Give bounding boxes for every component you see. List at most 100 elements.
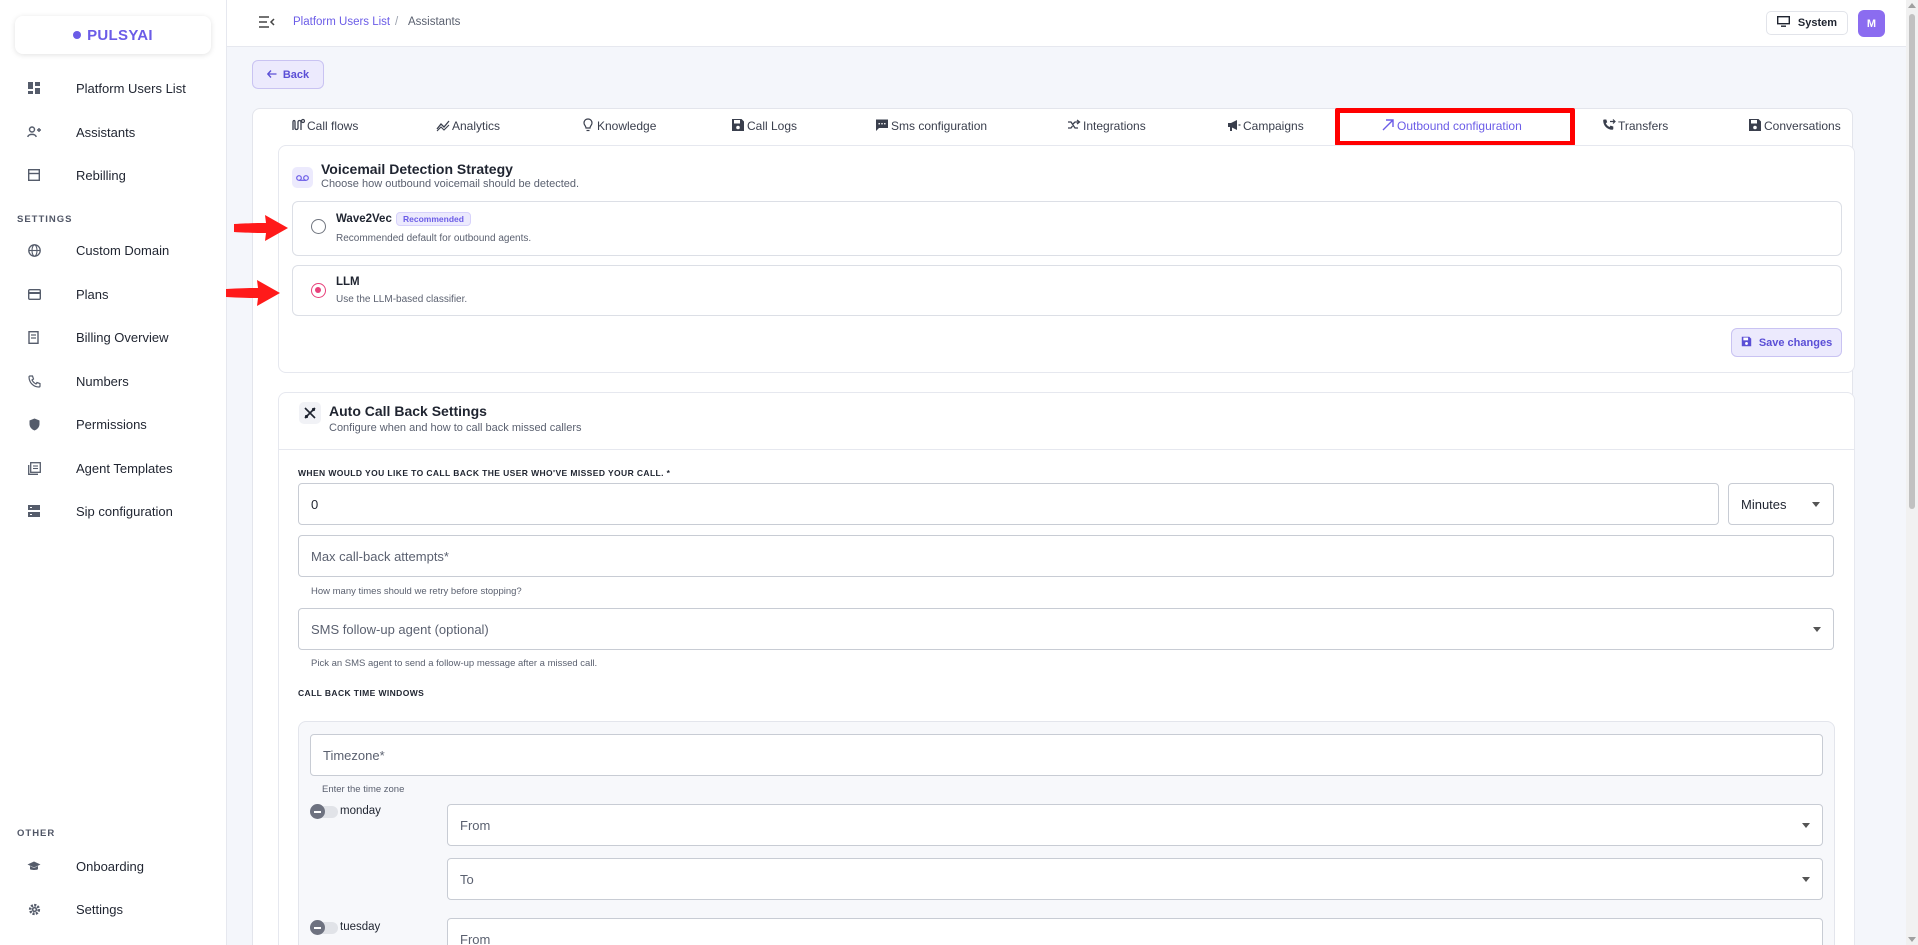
callback-delay-input[interactable]: 0 xyxy=(298,483,1719,525)
scroll-up-icon[interactable] xyxy=(1908,3,1916,8)
save-icon xyxy=(1748,118,1762,135)
sidebar-item-settings[interactable]: Settings xyxy=(0,892,226,926)
sidebar-item-label: Onboarding xyxy=(76,858,144,874)
chevron-down-icon xyxy=(1812,502,1820,507)
sidebar-item-assistants[interactable]: Assistants xyxy=(0,115,226,149)
breadcrumb-separator: / xyxy=(395,16,399,28)
tuesday-from-select[interactable]: From xyxy=(447,918,1823,945)
phone-icon xyxy=(27,374,41,388)
tab-analytics[interactable]: Analytics xyxy=(436,116,500,136)
save-icon xyxy=(731,118,745,135)
sidebar-item-plans[interactable]: Plans xyxy=(0,277,226,311)
tools-icon xyxy=(299,402,321,424)
sidebar-item-label: Numbers xyxy=(76,373,129,389)
option-llm[interactable] xyxy=(292,265,1842,316)
menu-collapse-icon[interactable] xyxy=(259,15,275,29)
system-theme-button[interactable]: System xyxy=(1766,11,1848,35)
sidebar-item-sip-configuration[interactable]: Sip configuration xyxy=(0,494,226,528)
globe-icon xyxy=(27,243,41,257)
sms-agent-select[interactable]: SMS follow-up agent (optional) xyxy=(298,608,1834,650)
sidebar-item-label: Plans xyxy=(76,286,109,302)
monday-toggle[interactable] xyxy=(310,804,338,819)
sidebar-item-platform-users-list[interactable]: Platform Users List xyxy=(0,71,226,105)
tab-call-flows[interactable]: Call flows xyxy=(291,116,358,136)
save-icon xyxy=(1741,336,1752,350)
dashboard-icon xyxy=(27,81,41,95)
voicemail-icon xyxy=(292,167,313,188)
sidebar-item-custom-domain[interactable]: Custom Domain xyxy=(0,233,226,267)
breadcrumb-platform-users-list[interactable]: Platform Users List xyxy=(293,16,390,28)
tab-label: Campaigns xyxy=(1243,119,1304,133)
phone-forward-icon xyxy=(1602,118,1616,135)
sidebar-item-numbers[interactable]: Numbers xyxy=(0,364,226,398)
merge-icon xyxy=(1067,118,1081,135)
analytics-icon xyxy=(436,118,450,135)
sidebar-item-label: Rebilling xyxy=(76,167,126,183)
radio-wave2vec[interactable] xyxy=(311,219,326,234)
save-changes-label: Save changes xyxy=(1758,336,1833,349)
tab-label: Transfers xyxy=(1618,119,1669,133)
megaphone-icon xyxy=(1227,118,1241,135)
back-label: Back xyxy=(282,68,310,81)
sms-icon xyxy=(875,118,889,135)
sidebar-item-rebilling[interactable]: Rebilling xyxy=(0,158,226,192)
sidebar-item-label: Platform Users List xyxy=(76,80,186,96)
other-section-label: OTHER xyxy=(17,828,56,839)
unit-value: Minutes xyxy=(1741,496,1787,512)
annotation-highlight-box xyxy=(1335,108,1575,146)
store-icon xyxy=(27,168,41,182)
chevron-down-icon xyxy=(1802,823,1810,828)
sidebar-item-permissions[interactable]: Permissions xyxy=(0,407,226,441)
tab-label: Conversations xyxy=(1764,119,1841,133)
sidebar-item-onboarding[interactable]: Onboarding xyxy=(0,849,226,883)
back-button[interactable]: Back xyxy=(252,60,324,89)
sidebar-item-label: Agent Templates xyxy=(76,460,173,476)
logo[interactable]: PULSYAI xyxy=(15,16,211,54)
tab-call-logs[interactable]: Call Logs xyxy=(731,116,797,136)
tab-label: Knowledge xyxy=(597,119,657,133)
scrollbar-thumb[interactable] xyxy=(1909,14,1915,509)
logo-text: PULSYAI xyxy=(87,26,153,44)
save-changes-button[interactable]: Save changes xyxy=(1731,328,1842,357)
settings-section-label: SETTINGS xyxy=(17,214,73,225)
monday-to-select[interactable]: To xyxy=(447,858,1823,900)
option-title: LLM xyxy=(336,276,360,288)
timezone-input[interactable]: Timezone* xyxy=(310,734,1823,776)
option-title: Wave2Vec xyxy=(336,213,392,225)
tab-transfers[interactable]: Transfers xyxy=(1602,116,1668,136)
avatar[interactable]: M xyxy=(1858,10,1885,37)
tab-sms-configuration[interactable]: Sms configuration xyxy=(875,116,987,136)
tab-integrations[interactable]: Integrations xyxy=(1067,116,1146,136)
tab-campaigns[interactable]: Campaigns xyxy=(1227,116,1304,136)
page-scrollbar[interactable] xyxy=(1906,0,1918,945)
tab-knowledge[interactable]: Knowledge xyxy=(581,116,656,136)
tuesday-toggle[interactable] xyxy=(310,920,338,935)
option-wave2vec[interactable] xyxy=(292,201,1842,256)
tab-conversations[interactable]: Conversations xyxy=(1748,116,1841,136)
scroll-down-icon[interactable] xyxy=(1908,937,1916,942)
sidebar-item-agent-templates[interactable]: Agent Templates xyxy=(0,451,226,485)
timezone-helper: Enter the time zone xyxy=(322,784,405,795)
radio-llm[interactable] xyxy=(311,283,326,298)
auto-callback-title: Auto Call Back Settings xyxy=(329,403,487,419)
day-label-tuesday: tuesday xyxy=(340,921,381,933)
sidebar: PULSYAI Platform Users List Assistants R… xyxy=(0,0,227,945)
voicemail-title: Voicemail Detection Strategy xyxy=(321,161,513,177)
callback-delay-label: WHEN WOULD YOU LIKE TO CALL BACK THE USE… xyxy=(298,468,671,478)
tab-label: Sms configuration xyxy=(891,119,988,133)
tab-label: Call flows xyxy=(307,119,359,133)
sidebar-item-label: Billing Overview xyxy=(76,329,169,345)
credit-card-icon xyxy=(27,287,41,301)
divider xyxy=(279,449,1854,450)
max-attempts-input[interactable]: Max call-back attempts* xyxy=(298,535,1834,577)
chevron-down-icon xyxy=(1813,627,1821,632)
sidebar-item-billing-overview[interactable]: Billing Overview xyxy=(0,320,226,354)
tab-label: Analytics xyxy=(452,119,501,133)
tab-label: Call Logs xyxy=(747,119,798,133)
monday-from-select[interactable]: From xyxy=(447,804,1823,846)
annotation-arrow-icon xyxy=(234,215,288,241)
gear-icon xyxy=(27,902,41,916)
logo-dot-icon xyxy=(73,31,82,39)
receipt-icon xyxy=(27,330,41,344)
day-label-monday: monday xyxy=(340,805,381,817)
